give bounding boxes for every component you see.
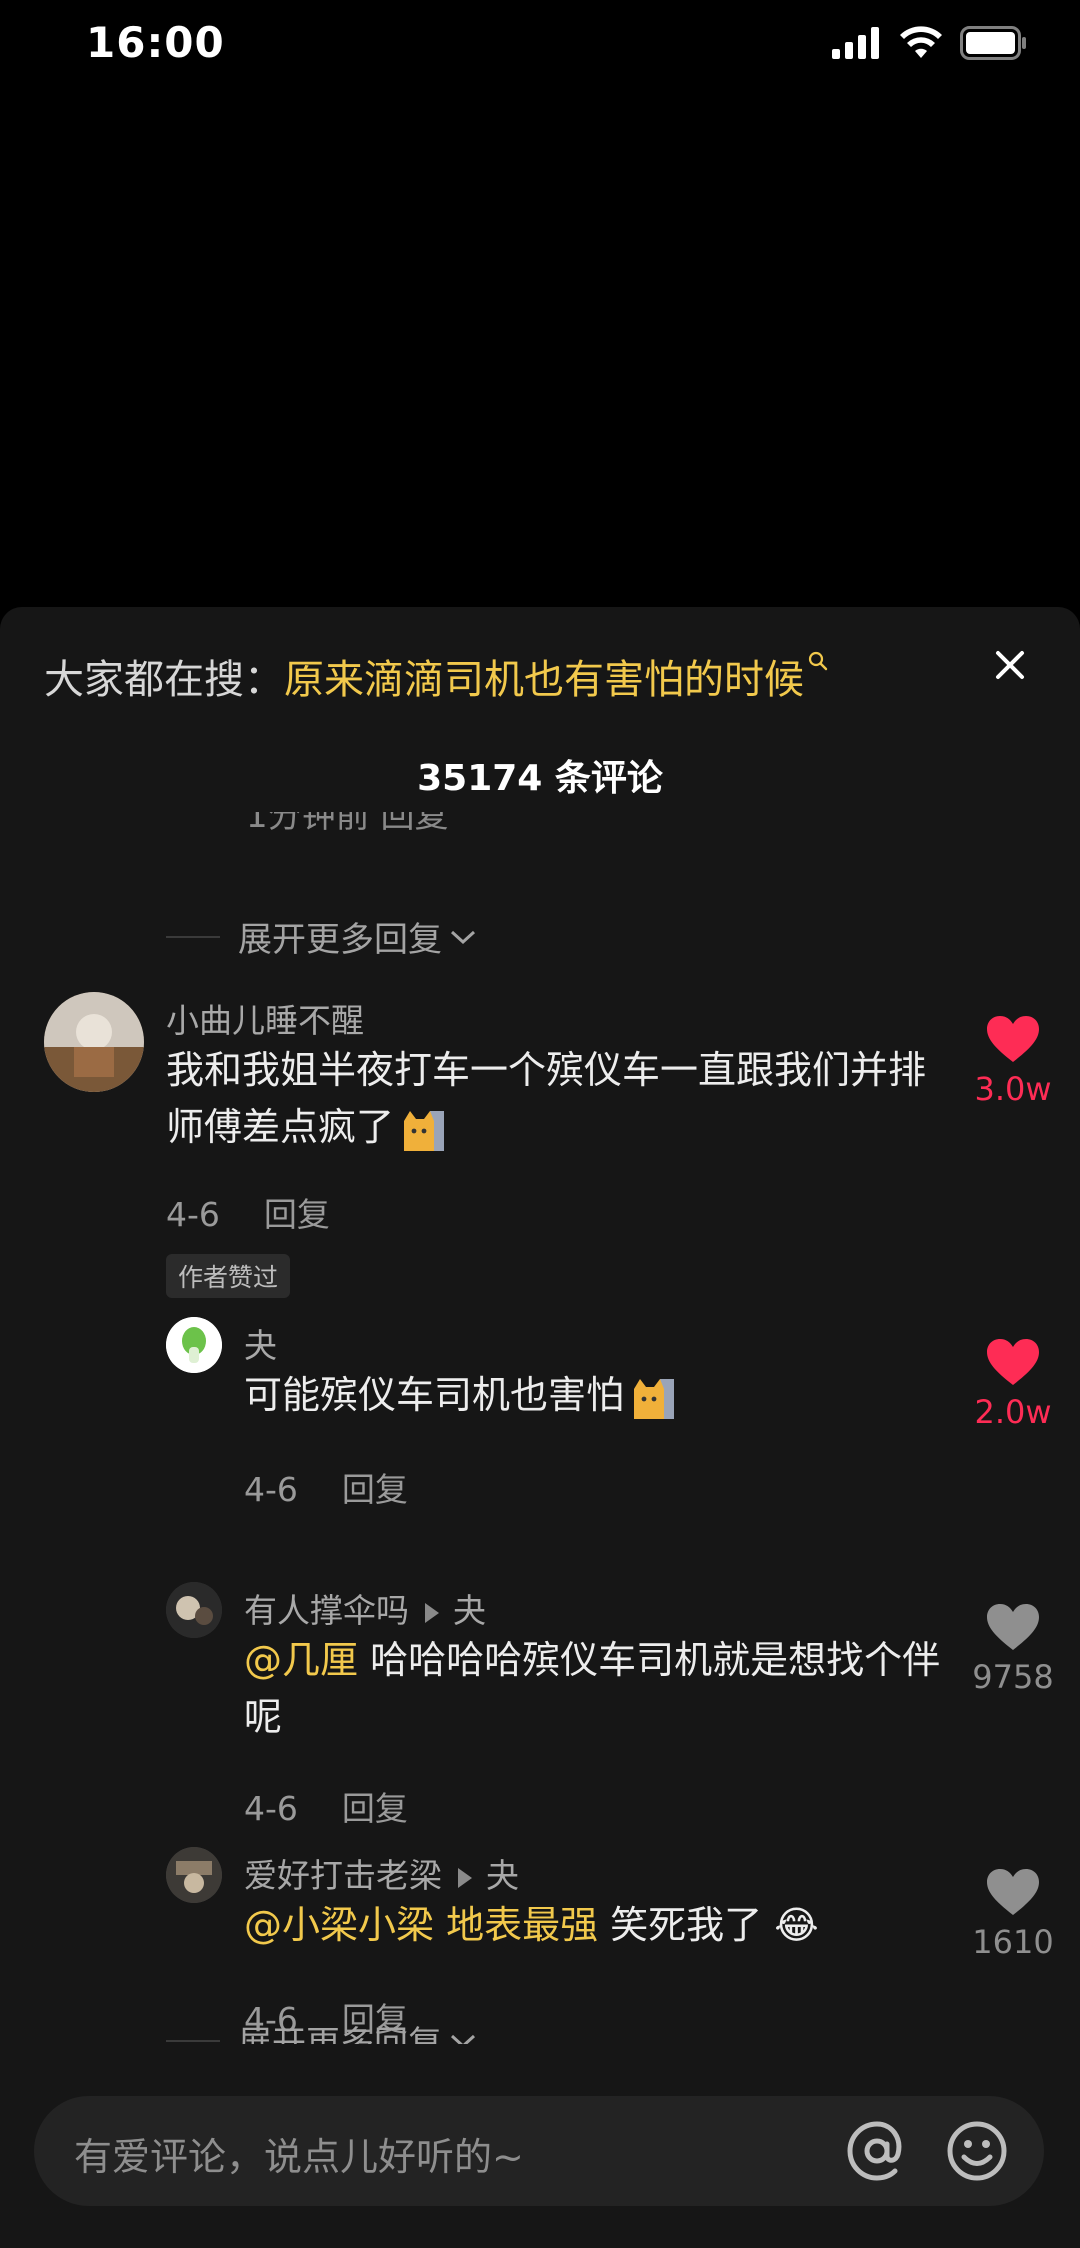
- wifi-icon: [900, 26, 942, 58]
- comment-text: 可能殡仪车司机也害怕: [244, 1367, 944, 1424]
- chevron-down-icon: [450, 2034, 476, 2044]
- avatar-image: [44, 992, 144, 1092]
- like-count: 9758: [972, 1658, 1054, 1696]
- comment-meta: 4-6 回复: [166, 1188, 330, 1236]
- close-icon[interactable]: [990, 645, 1030, 685]
- status-time: 16:00: [86, 18, 225, 67]
- author-liked-badge: 作者赞过: [166, 1254, 291, 1298]
- reply-button[interactable]: 回复: [342, 1470, 408, 1509]
- comment-text: @小梁小梁 地表最强 笑死我了 😂: [244, 1897, 944, 1954]
- avatar[interactable]: [166, 1847, 222, 1903]
- expand-more-label: 展开更多回复: [238, 2024, 442, 2044]
- avatar-image: [166, 1847, 222, 1903]
- divider-line: [166, 935, 220, 938]
- mention-link[interactable]: @几厘: [244, 1638, 358, 1682]
- comment-body: 笑死我了: [598, 1903, 763, 1947]
- comment-date: 4-6: [244, 1470, 298, 1509]
- reply-button[interactable]: 回复: [342, 1789, 408, 1828]
- comment-date: 4-6: [244, 1789, 298, 1828]
- comment-sheet: 大家都在搜：原来滴滴司机也有害怕的时候 35174 条评论 1分钟前 回复 展开…: [0, 607, 1080, 2248]
- cabbage-avatar-image: [166, 1317, 222, 1373]
- mention-link[interactable]: @小梁小梁 地表最强: [244, 1903, 598, 1947]
- laughing-emoji-icon: 😂: [774, 1903, 819, 1947]
- cat-emoji-icon: [634, 1378, 675, 1419]
- at-mention-icon[interactable]: [840, 2114, 914, 2188]
- avatar[interactable]: [166, 1582, 222, 1638]
- input-placeholder: 有爱评论，说点儿好听的~: [74, 2135, 524, 2179]
- heart-icon: [987, 1869, 1039, 1915]
- divider-line: [166, 2039, 220, 2042]
- heart-icon: [987, 1339, 1039, 1385]
- battery-icon: [960, 26, 1026, 60]
- cat-emoji-icon: [404, 1110, 445, 1151]
- expand-more-label: 展开更多回复: [238, 920, 442, 960]
- comment-username[interactable]: 爱好打击老梁 夬: [244, 1849, 519, 1897]
- search-icon: [808, 651, 828, 671]
- avatar-image: [166, 1582, 222, 1638]
- like-button[interactable]: 1610: [958, 1867, 1068, 1961]
- reply-item: 夬 可能殡仪车司机也害怕 4-6 回复 2.0w: [0, 1317, 1080, 1517]
- signal-icon: [832, 27, 879, 59]
- status-bar: 16:00: [0, 0, 1080, 90]
- like-button[interactable]: 3.0w: [958, 1014, 1068, 1108]
- reply-item: 爱好打击老梁夬 @小梁小梁 地表最强 笑死我了 😂 4-6 回复 1610: [0, 1847, 1080, 2039]
- comment-input-bar: 有爱评论，说点儿好听的~: [0, 2070, 1080, 2248]
- comment-list[interactable]: 1分钟前 回复 展开更多回复 小曲儿睡不醒 我和我姐半夜打车一个殡仪车一直跟我们…: [0, 812, 1080, 2044]
- comment-body: 可能殡仪车司机也害怕: [244, 1373, 625, 1417]
- reply-target[interactable]: 夬: [486, 1856, 519, 1895]
- comment-date: 4-6: [166, 1195, 220, 1234]
- search-term-link[interactable]: 原来滴滴司机也有害怕的时候: [284, 657, 804, 703]
- reply-arrow-icon: [458, 1867, 472, 1888]
- search-suggestion[interactable]: 大家都在搜：原来滴滴司机也有害怕的时候: [44, 647, 828, 705]
- chevron-down-icon: [450, 930, 476, 944]
- partial-reply-row: 1分钟前 回复: [246, 812, 449, 836]
- status-icons: [832, 26, 1028, 60]
- search-prefix: 大家都在搜：: [44, 657, 284, 703]
- expand-more-replies-button[interactable]: 展开更多回复: [166, 2016, 478, 2044]
- reply-target[interactable]: 夬: [453, 1591, 486, 1630]
- like-count: 3.0w: [974, 1070, 1052, 1108]
- comment-username[interactable]: 有人撑伞吗 夬: [244, 1584, 486, 1632]
- comment-count: 35174 条评论: [417, 758, 663, 799]
- reply-arrow-icon: [425, 1602, 439, 1623]
- comment-username[interactable]: 夬: [244, 1319, 277, 1367]
- expand-more-replies-button[interactable]: 展开更多回复: [166, 912, 478, 961]
- comment-text: 我和我姐半夜打车一个殡仪车一直跟我们并排师傅差点疯了: [166, 1042, 936, 1156]
- reply-author[interactable]: 有人撑伞吗: [244, 1591, 409, 1630]
- heart-icon: [987, 1604, 1039, 1650]
- comment-item: 小曲儿睡不醒 我和我姐半夜打车一个殡仪车一直跟我们并排师傅差点疯了 4-6 回复 …: [0, 992, 1080, 1322]
- heart-icon: [987, 1016, 1039, 1062]
- comment-username[interactable]: 小曲儿睡不醒: [166, 994, 364, 1042]
- reply-item: 有人撑伞吗 夬 @几厘 哈哈哈哈殡仪车司机就是想找个伴呢 4-6 回复 9758: [0, 1582, 1080, 1828]
- comment-meta: 4-6 回复: [244, 1782, 408, 1830]
- avatar[interactable]: [44, 992, 144, 1092]
- like-count: 2.0w: [974, 1393, 1052, 1431]
- comment-body: 我和我姐半夜打车一个殡仪车一直跟我们并排师傅差点疯了: [166, 1048, 927, 1149]
- like-count: 1610: [972, 1923, 1054, 1961]
- comment-text: @几厘 哈哈哈哈殡仪车司机就是想找个伴呢: [244, 1632, 944, 1746]
- like-button[interactable]: 2.0w: [958, 1337, 1068, 1431]
- comment-meta: 4-6 回复: [244, 1463, 408, 1511]
- comment-input[interactable]: 有爱评论，说点儿好听的~: [34, 2096, 1044, 2206]
- reply-author[interactable]: 爱好打击老梁: [244, 1856, 442, 1895]
- avatar[interactable]: [166, 1317, 222, 1373]
- reply-button[interactable]: 回复: [264, 1195, 330, 1234]
- emoji-icon[interactable]: [940, 2114, 1014, 2188]
- like-button[interactable]: 9758: [958, 1602, 1068, 1696]
